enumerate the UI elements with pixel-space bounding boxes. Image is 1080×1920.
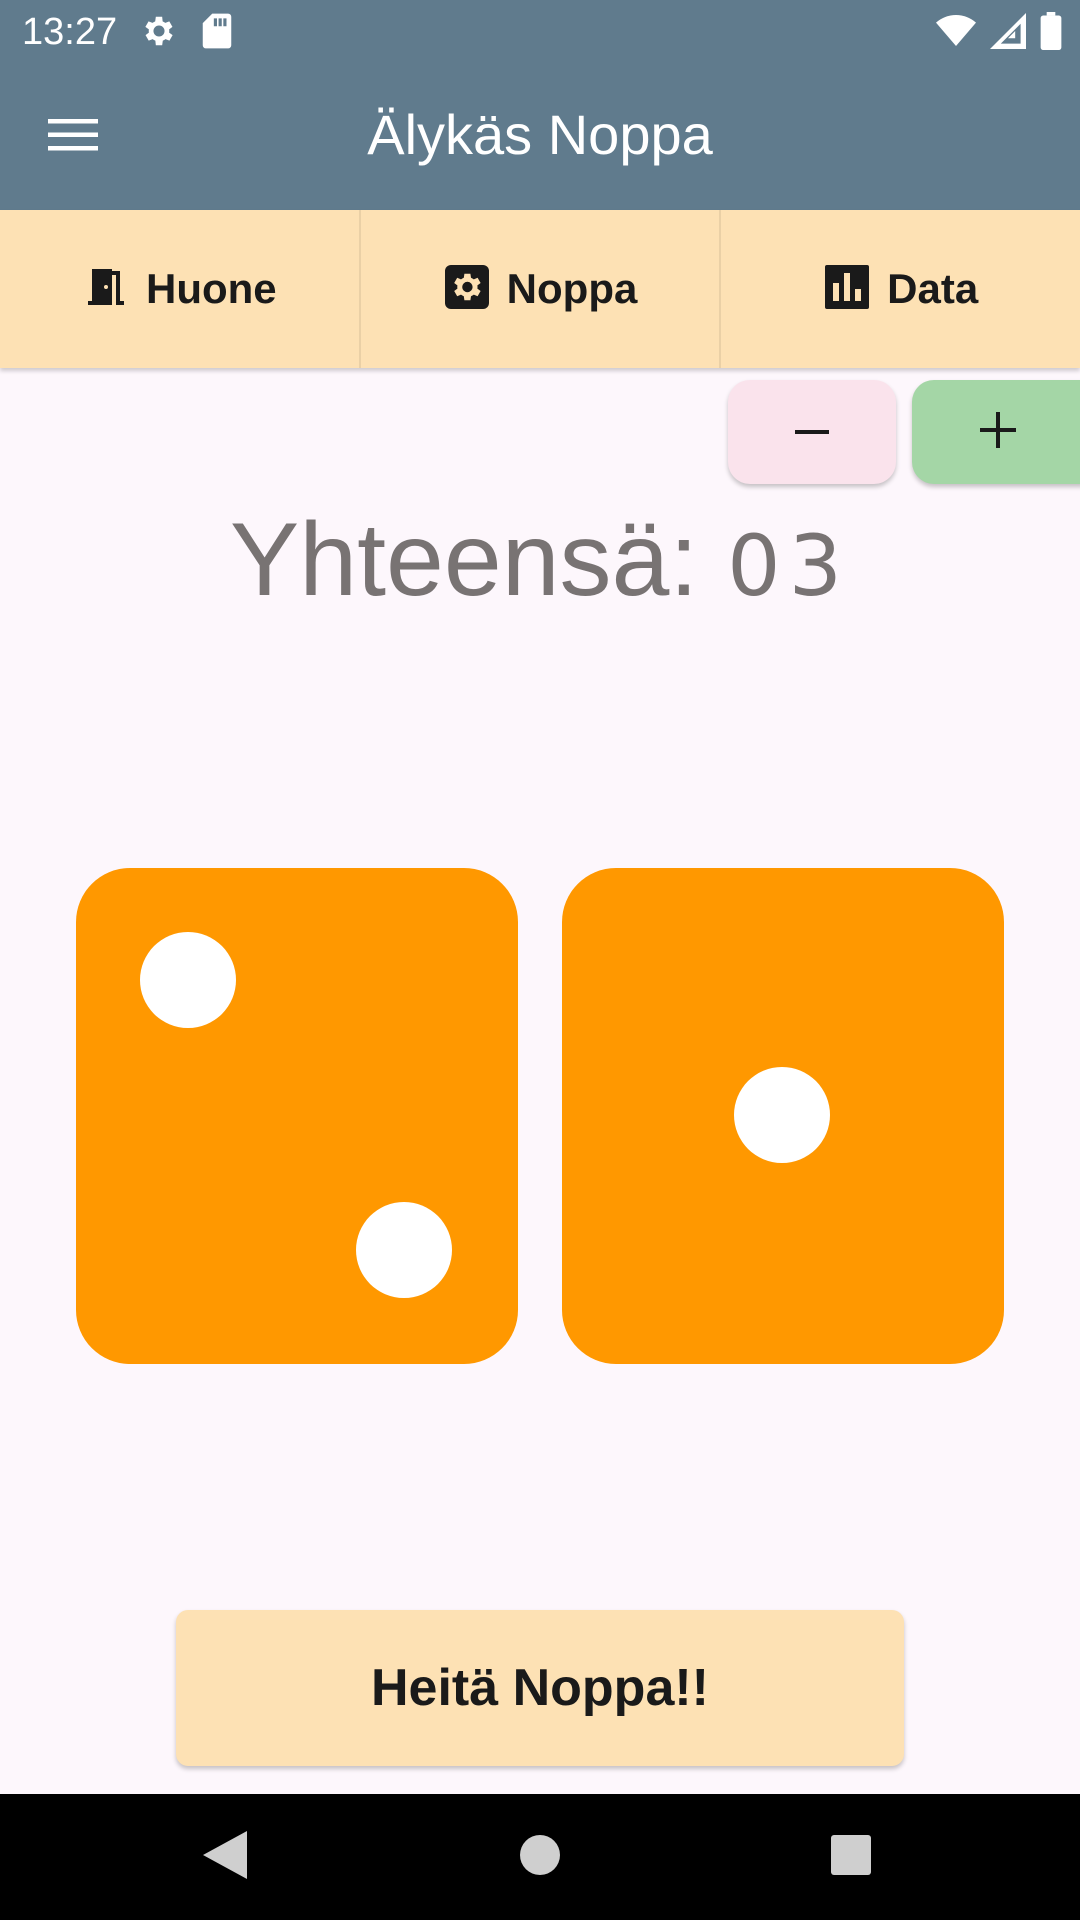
pip (734, 1067, 830, 1163)
tab-label: Data (887, 265, 979, 312)
plus-icon (980, 411, 1016, 453)
die-1[interactable] (76, 868, 518, 1364)
status-left-icons (140, 12, 234, 55)
total-display: Yhteensä: 03 (0, 500, 1080, 626)
home-button[interactable] (507, 1824, 573, 1890)
recents-button[interactable] (818, 1824, 884, 1890)
tab-label: Huone (146, 265, 277, 312)
die-2[interactable] (562, 868, 1004, 1364)
back-icon (201, 1829, 249, 1886)
pip (140, 932, 236, 1028)
tab-noppa[interactable]: Noppa (361, 210, 722, 368)
settings-icon (140, 12, 178, 55)
total-value: 03 (727, 517, 851, 615)
tab-label: Noppa (506, 265, 638, 312)
tab-data[interactable]: Data (721, 210, 1080, 368)
die-settings-icon (443, 263, 491, 316)
status-time: 13:27 (22, 11, 118, 53)
total-label: Yhteensä: (229, 502, 728, 618)
roll-dice-button[interactable]: Heitä Noppa!! (176, 1610, 904, 1766)
minus-icon (795, 423, 829, 441)
wifi-icon (936, 13, 976, 54)
pip (356, 1202, 452, 1298)
increase-dice-button[interactable] (912, 380, 1080, 484)
status-right-icons (936, 12, 1062, 55)
bar-chart-icon (823, 263, 871, 316)
decrease-dice-button[interactable] (728, 380, 896, 484)
app-bar: Älykäs Noppa (0, 64, 1080, 210)
cellular-icon (990, 13, 1026, 54)
tab-bar: Huone Noppa Data (0, 210, 1080, 368)
app-title: Älykäs Noppa (367, 103, 713, 166)
battery-icon (1040, 12, 1062, 55)
sd-card-icon (200, 12, 234, 55)
system-nav-bar (0, 1794, 1080, 1920)
home-icon (518, 1833, 562, 1882)
tab-huone[interactable]: Huone (0, 210, 361, 368)
app-screen: 13:27 Älykäs Noppa Huone Noppa Data Yhte… (0, 0, 1080, 1920)
recents-icon (829, 1833, 873, 1882)
back-button[interactable] (192, 1824, 258, 1890)
status-bar: 13:27 (0, 0, 1080, 64)
door-icon (82, 263, 130, 316)
